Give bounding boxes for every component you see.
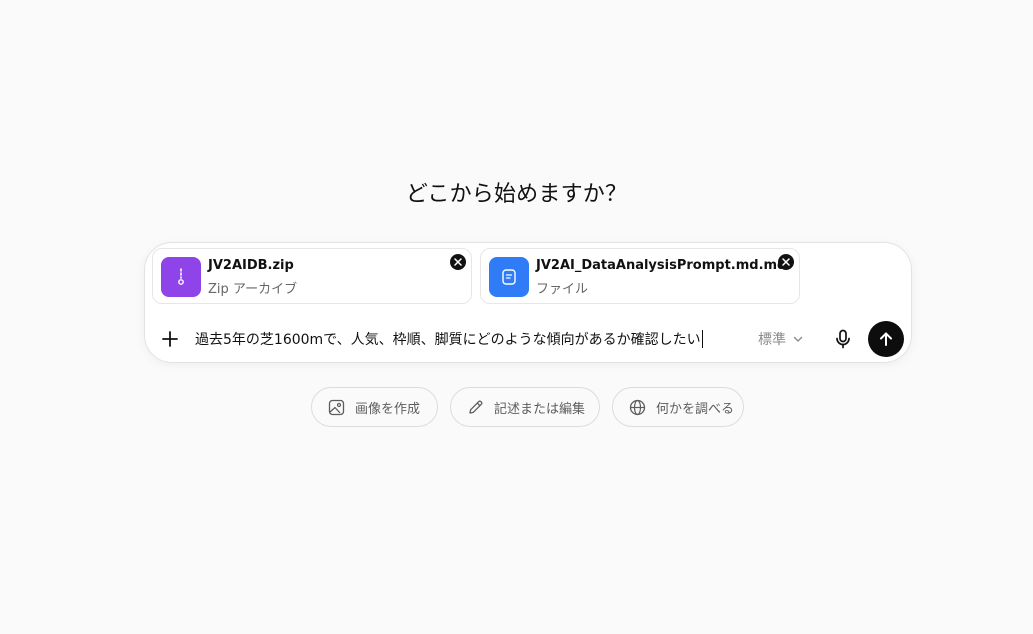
close-icon <box>454 258 462 266</box>
remove-attachment-button[interactable] <box>778 254 794 270</box>
model-label: 標準 <box>758 332 786 348</box>
attachment-name: JV2AI_DataAnalysisPrompt.md.md <box>536 258 787 273</box>
remove-attachment-button[interactable] <box>450 254 466 270</box>
close-icon <box>782 258 790 266</box>
chip-label: 記述または編集 <box>494 401 586 417</box>
attachment-type: Zip アーカイブ <box>208 282 298 297</box>
text-caret <box>701 330 703 348</box>
document-icon <box>489 257 529 297</box>
plus-icon <box>162 331 178 347</box>
research-button[interactable]: 何かを調べる <box>612 387 744 427</box>
write-or-edit-button[interactable]: 記述または編集 <box>450 387 600 427</box>
chevron-down-icon <box>793 336 803 342</box>
add-attachment-button[interactable] <box>157 326 183 352</box>
prompt-text: 過去5年の芝1600mで、人気、枠順、脚質にどのような傾向があるか確認したい <box>195 332 701 348</box>
microphone-icon <box>836 329 850 349</box>
zip-file-icon <box>161 257 201 297</box>
model-selector[interactable]: 標準 <box>758 329 804 349</box>
arrow-up-icon <box>880 332 892 346</box>
create-image-button[interactable]: 画像を作成 <box>311 387 438 427</box>
image-icon <box>328 399 345 415</box>
globe-icon <box>629 399 646 415</box>
attachment-card-zip[interactable]: JV2AIDB.zip Zip アーカイブ <box>152 248 472 304</box>
attachment-card-md[interactable]: JV2AI_DataAnalysisPrompt.md.md ファイル <box>480 248 800 304</box>
chip-label: 画像を作成 <box>355 401 421 417</box>
composer: JV2AIDB.zip Zip アーカイブ JV2AI_DataAnalysis… <box>144 242 912 363</box>
pencil-icon <box>469 400 483 414</box>
attachment-name: JV2AIDB.zip <box>208 258 294 273</box>
send-button[interactable] <box>868 321 904 357</box>
voice-input-button[interactable] <box>831 327 855 351</box>
attachment-type: ファイル <box>536 282 589 297</box>
prompt-input[interactable]: 過去5年の芝1600mで、人気、枠順、脚質にどのような傾向があるか確認したい <box>195 329 703 349</box>
chip-label: 何かを調べる <box>656 401 735 417</box>
page-heading: どこから始めますか？ <box>405 182 628 207</box>
